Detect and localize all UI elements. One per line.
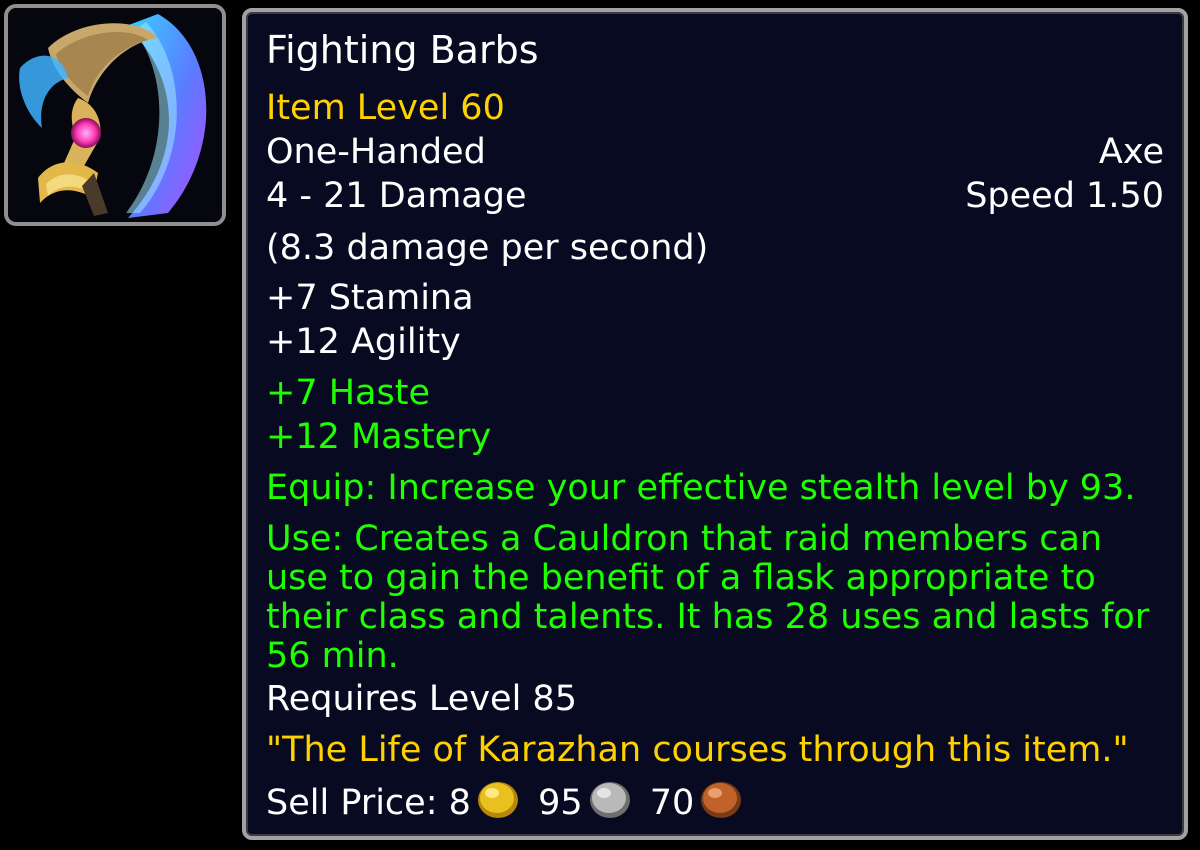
item-tooltip: Fighting Barbs Item Level 60 One-Handed …: [242, 8, 1188, 840]
sell-price-copper: 70: [649, 783, 695, 823]
item-name: Fighting Barbs: [266, 28, 539, 72]
sell-price-label: Sell Price:: [266, 783, 438, 823]
stat-mastery: +12 Mastery: [266, 417, 492, 457]
slot-type-row: One-Handed Axe: [266, 132, 1164, 172]
stat-haste: +7 Haste: [266, 373, 430, 413]
item-slot: One-Handed: [266, 132, 486, 172]
sell-price-row: Sell Price: 8 95 70: [266, 780, 1164, 823]
sell-price-silver: 95: [538, 783, 583, 823]
silver-coin-icon: [587, 780, 633, 820]
damage-speed-row: 4 - 21 Damage Speed 1.50: [266, 176, 1164, 216]
stat-stamina: +7 Stamina: [266, 278, 474, 318]
equip-effect: Equip: Increase your effective stealth l…: [266, 468, 1136, 508]
item-type: Axe: [1098, 132, 1164, 172]
item-speed: Speed 1.50: [965, 176, 1164, 216]
copper-coin-icon: [698, 780, 744, 820]
gold-coin-icon: [475, 780, 521, 820]
one-handed-axe-icon: [8, 8, 222, 222]
item-icon-frame[interactable]: [4, 4, 226, 226]
sell-price-gold: 8: [448, 783, 471, 823]
item-level: Item Level 60: [266, 88, 505, 128]
item-dps: (8.3 damage per second): [266, 228, 709, 268]
item-damage: 4 - 21 Damage: [266, 176, 527, 216]
flavor-text: "The Life of Karazhan courses through th…: [266, 730, 1129, 770]
stat-agility: +12 Agility: [266, 322, 461, 362]
required-level: Requires Level 85: [266, 679, 577, 719]
use-effect: Use: Creates a Cauldron that raid member…: [266, 519, 1150, 676]
